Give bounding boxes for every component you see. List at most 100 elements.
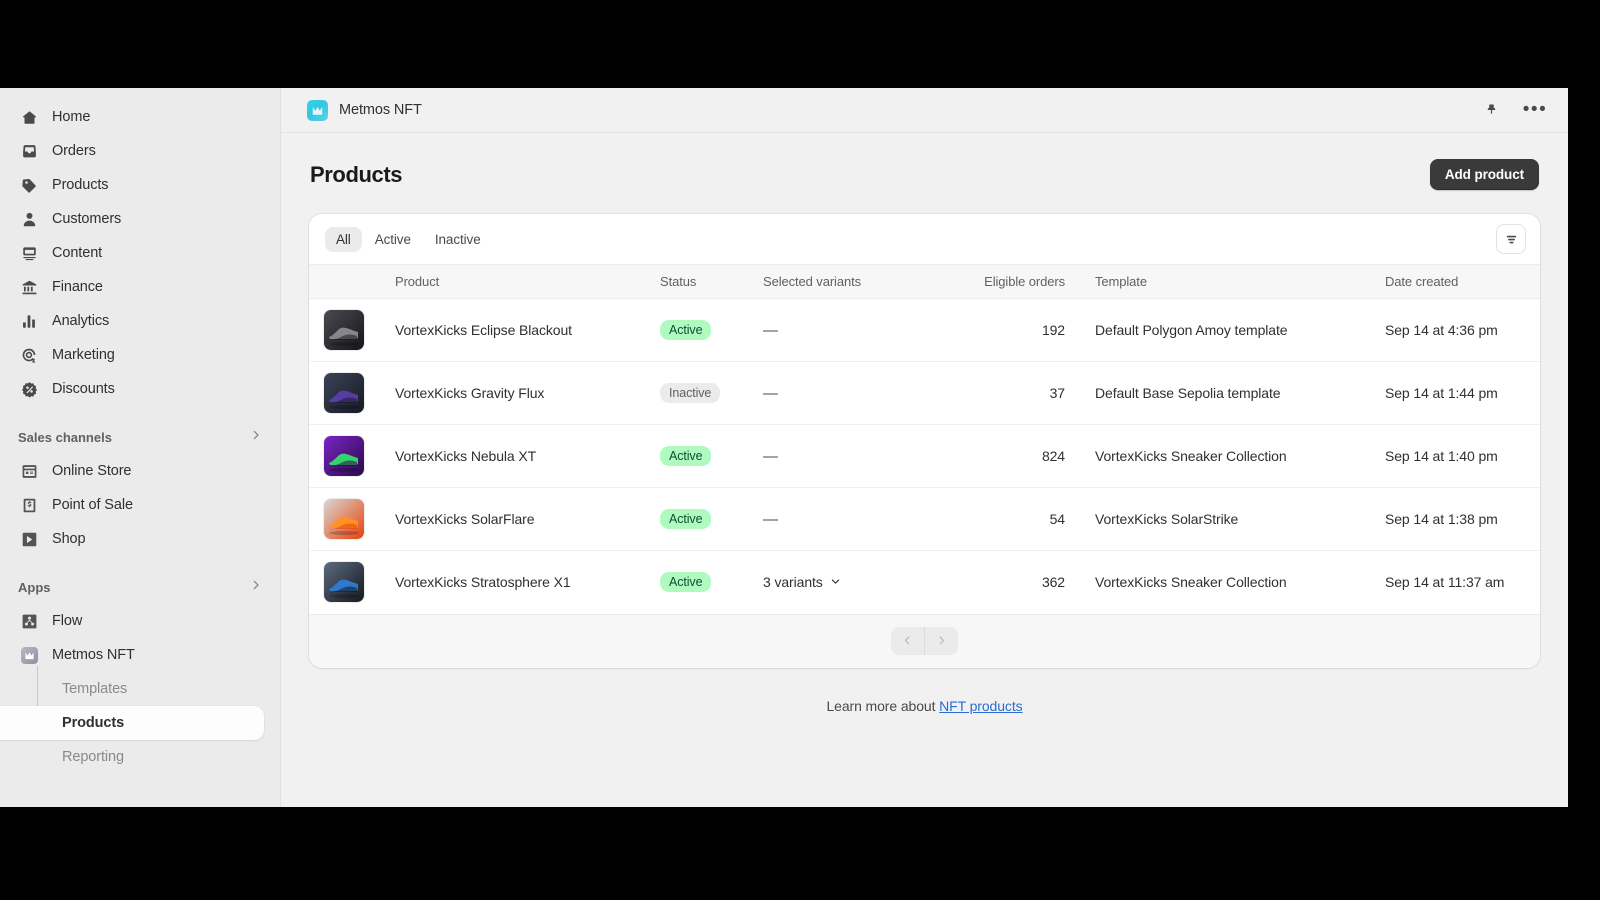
- table-row[interactable]: VortexKicks Gravity FluxInactive—37Defau…: [309, 362, 1540, 425]
- pagination-next-button[interactable]: [925, 627, 958, 655]
- table-head: Product Status Selected variants Eligibl…: [309, 265, 1540, 299]
- sidebar-item-point-of-sale[interactable]: Point of Sale: [12, 488, 268, 522]
- filter-funnel-icon[interactable]: [1496, 224, 1526, 254]
- sidebar-item-label: Analytics: [52, 313, 109, 329]
- tab-inactive[interactable]: Inactive: [424, 227, 492, 252]
- home-icon: [18, 107, 40, 127]
- sidebar-item-marketing[interactable]: Marketing: [12, 338, 268, 372]
- sidebar-item-label: Shop: [52, 531, 85, 547]
- more-horizontal-icon[interactable]: •••: [1524, 99, 1546, 121]
- product-thumbnail-cell: [309, 425, 395, 488]
- no-variants-dash: —: [763, 322, 778, 339]
- product-thumbnail-cell: [309, 362, 395, 425]
- product-thumbnail: [323, 435, 365, 477]
- sidebar-item-customers[interactable]: Customers: [12, 202, 268, 236]
- template-cell: Default Base Sepolia template: [1079, 362, 1367, 425]
- product-name-cell: VortexKicks Eclipse Blackout: [395, 299, 660, 362]
- sidebar-item-shop[interactable]: Shop: [12, 522, 268, 556]
- selected-variants-cell: 3 variants: [763, 551, 941, 614]
- sidebar-item-label: Customers: [52, 211, 121, 227]
- sidebar-item-flow[interactable]: Flow: [12, 604, 268, 638]
- sales-channels-nav: Online StorePoint of Sale Shop: [0, 454, 280, 556]
- product-thumbnail: [323, 309, 365, 351]
- selected-variants-cell: —: [763, 425, 941, 488]
- status-badge: Active: [660, 320, 711, 340]
- status-badge: Inactive: [660, 383, 720, 403]
- no-variants-dash: —: [763, 448, 778, 465]
- products-table: Product Status Selected variants Eligibl…: [309, 264, 1540, 614]
- eligible-orders-cell: 824: [941, 425, 1079, 488]
- content-image-icon: [18, 243, 40, 263]
- tab-all[interactable]: All: [325, 227, 362, 252]
- template-cell: Default Polygon Amoy template: [1079, 299, 1367, 362]
- chevron-right-icon: [250, 428, 262, 446]
- eligible-orders-cell: 37: [941, 362, 1079, 425]
- sidebar-item-orders[interactable]: Orders: [12, 134, 268, 168]
- template-cell: VortexKicks Sneaker Collection: [1079, 551, 1367, 614]
- app-window: Home Orders Products Customers ContentFinanc…: [0, 88, 1568, 807]
- sidebar-item-discounts[interactable]: Discounts: [12, 372, 268, 406]
- nft-products-link[interactable]: NFT products: [939, 698, 1022, 714]
- sidebar-item-label: Discounts: [52, 381, 115, 397]
- table-body: VortexKicks Eclipse BlackoutActive—192De…: [309, 299, 1540, 614]
- sidebar-item-analytics[interactable]: Analytics: [12, 304, 268, 338]
- sidebar-item-home[interactable]: Home: [12, 100, 268, 134]
- card-tabs: AllActiveInactive: [309, 214, 1540, 264]
- col-product: Product: [395, 265, 660, 299]
- col-eligible-orders: Eligible orders: [941, 265, 1079, 299]
- apps-header[interactable]: Apps: [18, 574, 262, 600]
- template-cell: VortexKicks SolarStrike: [1079, 488, 1367, 551]
- product-tag-icon: [18, 175, 40, 195]
- sales-channels-header[interactable]: Sales channels: [18, 424, 262, 450]
- pagination-prev-button[interactable]: [891, 627, 924, 655]
- product-name-cell: VortexKicks Nebula XT: [395, 425, 660, 488]
- status-badge: Active: [660, 572, 711, 592]
- col-thumbnail: [309, 265, 395, 299]
- eligible-orders-cell: 54: [941, 488, 1079, 551]
- sidebar-item-finance[interactable]: Finance: [12, 270, 268, 304]
- table-row[interactable]: VortexKicks SolarFlareActive—54VortexKic…: [309, 488, 1540, 551]
- sidebar-subitem-reporting[interactable]: Reporting: [0, 740, 264, 774]
- learn-more-text: Learn more about NFT products: [309, 698, 1540, 714]
- tab-active[interactable]: Active: [364, 227, 422, 252]
- sidebar-item-metmos-nft[interactable]: Metmos NFT: [12, 638, 268, 672]
- selected-variants-cell: —: [763, 299, 941, 362]
- bar-chart-icon: [18, 311, 40, 331]
- sidebar-item-label: Home: [52, 109, 90, 125]
- sidebar-subitem-label: Products: [62, 715, 124, 731]
- sidebar-subitem-templates[interactable]: Templates: [0, 672, 264, 706]
- sidebar-item-label: Products: [52, 177, 108, 193]
- chevron-left-icon: [902, 634, 913, 649]
- app-subnav: Templates Products Reporting: [0, 672, 280, 774]
- no-variants-dash: —: [763, 385, 778, 402]
- add-product-button[interactable]: Add product: [1430, 159, 1539, 190]
- sidebar-subitem-label: Templates: [62, 681, 127, 697]
- sidebar-item-products[interactable]: Products: [12, 168, 268, 202]
- discount-percent-icon: [18, 379, 40, 399]
- orders-inbox-icon: [18, 141, 40, 161]
- sidebar-subitem-label: Reporting: [62, 749, 124, 765]
- pushpin-icon[interactable]: [1480, 99, 1502, 121]
- col-status: Status: [660, 265, 763, 299]
- sidebar-item-label: Flow: [52, 613, 82, 629]
- sidebar-subitem-products[interactable]: Products: [0, 706, 264, 740]
- point-of-sale-icon: [18, 495, 40, 515]
- main-content-area: Metmos NFT ••• Products Add product: [280, 88, 1568, 807]
- person-icon: [18, 209, 40, 229]
- topbar-app-name: Metmos NFT: [339, 102, 422, 118]
- flow-nodes-icon: [18, 611, 40, 631]
- sidebar-item-online-store[interactable]: Online Store: [12, 454, 268, 488]
- card-footer: [309, 614, 1540, 668]
- date-created-cell: Sep 14 at 4:36 pm: [1367, 299, 1540, 362]
- variants-dropdown[interactable]: 3 variants: [763, 574, 841, 590]
- sidebar-item-content[interactable]: Content: [12, 236, 268, 270]
- learn-more-prefix: Learn more about: [826, 698, 939, 714]
- page-title: Products: [310, 162, 402, 188]
- product-thumbnail-cell: [309, 299, 395, 362]
- table-header-row: Product Status Selected variants Eligibl…: [309, 265, 1540, 299]
- variants-label: 3 variants: [763, 574, 823, 590]
- table-row[interactable]: VortexKicks Nebula XTActive—824VortexKic…: [309, 425, 1540, 488]
- table-row[interactable]: VortexKicks Stratosphere X1Active3 varia…: [309, 551, 1540, 614]
- table-row[interactable]: VortexKicks Eclipse BlackoutActive—192De…: [309, 299, 1540, 362]
- product-thumbnail-cell: [309, 551, 395, 614]
